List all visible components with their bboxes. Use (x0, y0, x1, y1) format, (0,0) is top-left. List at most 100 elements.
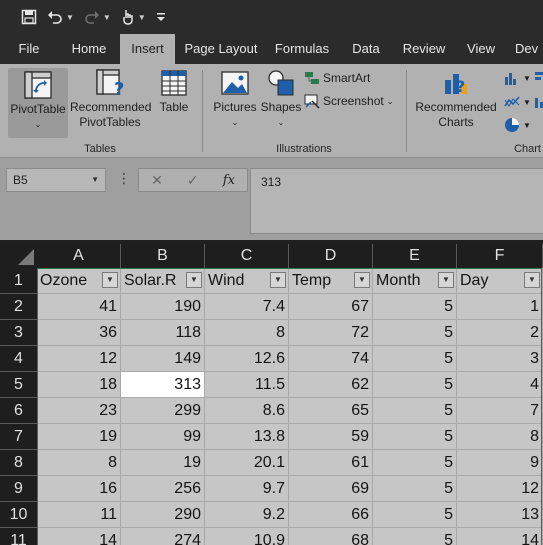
undo-icon[interactable]: ▼ (44, 4, 77, 30)
cell-e3[interactable]: 5 (373, 320, 457, 346)
statistic-chart-icon[interactable] (534, 94, 543, 110)
cell-d5[interactable]: 62 (289, 372, 373, 398)
cell-d11[interactable]: 68 (289, 528, 373, 545)
column-chart-button[interactable]: ▼ (504, 70, 543, 86)
column-chart-dropdown-icon[interactable]: ▼ (523, 74, 531, 83)
cell-a2[interactable]: 41 (37, 294, 121, 320)
table-button[interactable]: Table (152, 68, 196, 115)
table-header-cell[interactable]: Month ▼ (373, 268, 457, 294)
tab-data[interactable]: Data (337, 34, 395, 64)
cell-a7[interactable]: 19 (37, 424, 121, 450)
smartart-button[interactable]: SmartArt (304, 70, 370, 86)
cell-e6[interactable]: 5 (373, 398, 457, 424)
cell-a9[interactable]: 16 (37, 476, 121, 502)
cell-c4[interactable]: 12.6 (205, 346, 289, 372)
touch-mode-icon[interactable]: ▼ (118, 4, 149, 30)
cell-f2[interactable]: 1 (457, 294, 543, 320)
table-header-cell[interactable]: Solar.R ▼ (121, 268, 205, 294)
redo-dropdown-icon[interactable]: ▼ (103, 13, 111, 22)
tab-developer[interactable]: Dev (509, 34, 543, 64)
cell-f10[interactable]: 13 (457, 502, 543, 528)
cell-a4[interactable]: 12 (37, 346, 121, 372)
cell-b2[interactable]: 190 (121, 294, 205, 320)
cell-f4[interactable]: 3 (457, 346, 543, 372)
cell-d2[interactable]: 67 (289, 294, 373, 320)
cell-f8[interactable]: 9 (457, 450, 543, 476)
cell-c7[interactable]: 13.8 (205, 424, 289, 450)
cell-d10[interactable]: 66 (289, 502, 373, 528)
row-header-11[interactable]: 11 (0, 528, 37, 545)
cell-f7[interactable]: 8 (457, 424, 543, 450)
cell-c11[interactable]: 10.9 (205, 528, 289, 545)
cell-e8[interactable]: 5 (373, 450, 457, 476)
cell-b5[interactable]: 313 (121, 372, 205, 398)
cell-e10[interactable]: 5 (373, 502, 457, 528)
undo-dropdown-icon[interactable]: ▼ (66, 13, 74, 22)
cell-c8[interactable]: 20.1 (205, 450, 289, 476)
cell-b6[interactable]: 299 (121, 398, 205, 424)
redo-icon[interactable]: ▼ (81, 4, 114, 30)
cell-a5[interactable]: 18 (37, 372, 121, 398)
row-header-3[interactable]: 3 (0, 320, 37, 346)
cell-b10[interactable]: 290 (121, 502, 205, 528)
filter-dropdown-icon[interactable]: ▼ (438, 272, 454, 288)
customize-qat-icon[interactable] (153, 4, 169, 30)
cell-e9[interactable]: 5 (373, 476, 457, 502)
filter-dropdown-icon[interactable]: ▼ (186, 272, 202, 288)
name-box[interactable]: B5 ▼ (6, 168, 106, 192)
row-header-1[interactable]: 1 (0, 268, 37, 294)
cell-a11[interactable]: 14 (37, 528, 121, 545)
row-header-4[interactable]: 4 (0, 346, 37, 372)
row-header-10[interactable]: 10 (0, 502, 37, 528)
name-box-dropdown-icon[interactable]: ▼ (91, 175, 99, 184)
screenshot-button[interactable]: Screenshot ⌄ (304, 93, 393, 109)
cell-b4[interactable]: 149 (121, 346, 205, 372)
tab-home[interactable]: Home (58, 34, 120, 64)
touch-dropdown-icon[interactable]: ▼ (138, 13, 146, 22)
column-header-a[interactable]: A (37, 244, 121, 268)
line-chart-dropdown-icon[interactable]: ▼ (523, 98, 531, 107)
cell-c3[interactable]: 8 (205, 320, 289, 346)
column-header-f[interactable]: F (457, 244, 543, 268)
pie-chart-dropdown-icon[interactable]: ▼ (523, 121, 531, 130)
tab-review[interactable]: Review (395, 34, 453, 64)
cell-c9[interactable]: 9.7 (205, 476, 289, 502)
cell-a8[interactable]: 8 (37, 450, 121, 476)
enter-icon[interactable]: ✓ (187, 172, 199, 189)
insert-function-icon[interactable]: fx (223, 173, 235, 188)
cell-f5[interactable]: 4 (457, 372, 543, 398)
pie-chart-button[interactable]: ▼ (504, 117, 531, 133)
column-header-e[interactable]: E (373, 244, 457, 268)
column-header-b[interactable]: B (121, 244, 205, 268)
cell-f3[interactable]: 2 (457, 320, 543, 346)
column-header-d[interactable]: D (289, 244, 373, 268)
cell-a10[interactable]: 11 (37, 502, 121, 528)
hierarchy-chart-icon[interactable] (534, 70, 543, 86)
filter-dropdown-icon[interactable]: ▼ (354, 272, 370, 288)
cell-e11[interactable]: 5 (373, 528, 457, 545)
row-header-2[interactable]: 2 (0, 294, 37, 320)
cell-e7[interactable]: 5 (373, 424, 457, 450)
cell-f9[interactable]: 12 (457, 476, 543, 502)
cell-b11[interactable]: 274 (121, 528, 205, 545)
cell-c6[interactable]: 8.6 (205, 398, 289, 424)
filter-dropdown-icon[interactable]: ▼ (102, 272, 118, 288)
cell-e5[interactable]: 5 (373, 372, 457, 398)
tab-page-layout[interactable]: Page Layout (175, 34, 267, 64)
cell-b3[interactable]: 118 (121, 320, 205, 346)
cell-a6[interactable]: 23 (37, 398, 121, 424)
shapes-button[interactable]: Shapes ⌄ (258, 68, 304, 130)
tab-formulas[interactable]: Formulas (267, 34, 337, 64)
table-header-cell[interactable]: Temp ▼ (289, 268, 373, 294)
cancel-icon[interactable]: ✕ (151, 172, 163, 189)
cell-f6[interactable]: 7 (457, 398, 543, 424)
row-header-6[interactable]: 6 (0, 398, 37, 424)
pivottable-dropdown-icon[interactable]: ⌄ (8, 117, 68, 132)
cell-c2[interactable]: 7.4 (205, 294, 289, 320)
cell-d6[interactable]: 65 (289, 398, 373, 424)
save-icon[interactable] (18, 4, 40, 30)
cell-c5[interactable]: 11.5 (205, 372, 289, 398)
cell-f11[interactable]: 14 (457, 528, 543, 545)
select-all-button[interactable] (0, 244, 37, 268)
cell-e4[interactable]: 5 (373, 346, 457, 372)
